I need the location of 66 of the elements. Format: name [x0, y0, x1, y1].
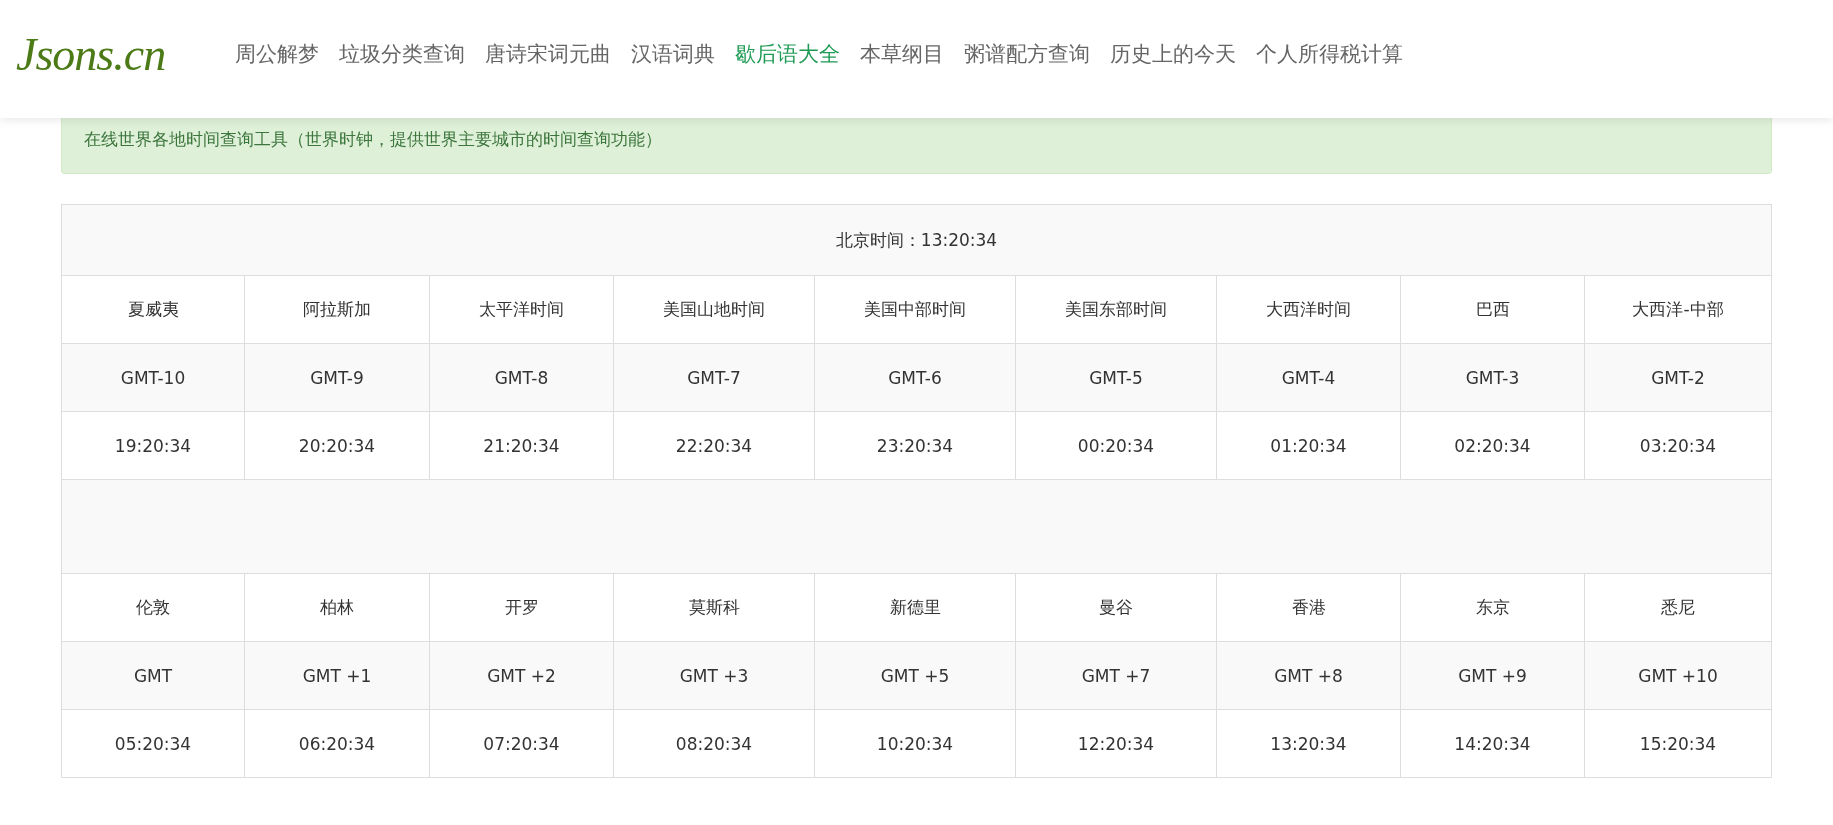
- offset-cell: GMT +2: [430, 642, 614, 709]
- offset-cell: GMT-9: [245, 344, 430, 411]
- nav-link[interactable]: 歇后语大全: [735, 40, 841, 68]
- time-cell: 08:20:34: [614, 710, 815, 777]
- offset-cell: GMT-7: [614, 344, 815, 411]
- city-cell: 美国东部时间: [1016, 276, 1217, 343]
- offset-cell: GMT-5: [1016, 344, 1217, 411]
- offset-cell: GMT-6: [815, 344, 1016, 411]
- time-cell: 02:20:34: [1401, 412, 1585, 479]
- offset-cell: GMT +3: [614, 642, 815, 709]
- city-cell: 阿拉斯加: [245, 276, 430, 343]
- time-cell: 23:20:34: [815, 412, 1016, 479]
- time-cell: 22:20:34: [614, 412, 815, 479]
- offset-cell-text: GMT-2: [1650, 366, 1706, 390]
- time-cell: 20:20:34: [245, 412, 430, 479]
- city-cell: 美国山地时间: [614, 276, 815, 343]
- offset-cell: GMT +9: [1401, 642, 1585, 709]
- offset-cell: GMT-8: [430, 344, 614, 411]
- time-cell: 01:20:34: [1217, 412, 1401, 479]
- time-cell-text: 03:20:34: [1638, 434, 1718, 458]
- time-cell: 12:20:34: [1016, 710, 1217, 777]
- city-cell: 大西洋时间: [1217, 276, 1401, 343]
- time-cell: 21:20:34: [430, 412, 614, 479]
- offset-cell: GMT-10: [62, 344, 245, 411]
- offset-cell: GMT +7: [1016, 642, 1217, 709]
- offset-cell: GMT +8: [1217, 642, 1401, 709]
- city-cell: 曼谷: [1016, 574, 1217, 641]
- time-cell: 06:20:34: [245, 710, 430, 777]
- city-cell: 美国中部时间: [815, 276, 1016, 343]
- info-banner: 在线世界各地时间查询工具（世界时钟，提供世界主要城市的时间查询功能）: [61, 118, 1772, 174]
- time-cell: 19:20:34: [62, 412, 245, 479]
- city-cell: 莫斯科: [614, 574, 815, 641]
- offset-cell: GMT: [62, 642, 245, 709]
- city-cell: 巴西: [1401, 276, 1585, 343]
- city-cell: 柏林: [245, 574, 430, 641]
- nav-link[interactable]: 个人所得税计算: [1256, 40, 1404, 68]
- city-cell: 新德里: [815, 574, 1016, 641]
- offset-cell: GMT-4: [1217, 344, 1401, 411]
- nav-link[interactable]: 垃圾分类查询: [339, 40, 466, 68]
- city-cell: 伦敦: [62, 574, 245, 641]
- offset-cell: GMT-3: [1401, 344, 1585, 411]
- time-cell: 05:20:34: [62, 710, 245, 777]
- site-logo[interactable]: Jsons.cn: [16, 27, 166, 81]
- offset-cell: GMT +5: [815, 642, 1016, 709]
- city-cell: 开罗: [430, 574, 614, 641]
- offset-cell: GMT +1: [245, 642, 430, 709]
- time-cell: 13:20:34: [1217, 710, 1401, 777]
- time-cell-text: 15:20:34: [1638, 732, 1718, 756]
- nav-link[interactable]: 粥谱配方查询: [964, 40, 1091, 68]
- offset-cell-text: GMT +10: [1637, 664, 1719, 688]
- time-cell: 14:20:34: [1401, 710, 1585, 777]
- nav-link[interactable]: 汉语词典: [631, 40, 716, 68]
- city-cell: 东京: [1401, 574, 1585, 641]
- nav-link[interactable]: 历史上的今天: [1110, 40, 1237, 68]
- time-cell: 00:20:34: [1016, 412, 1217, 479]
- city-cell: 太平洋时间: [430, 276, 614, 343]
- table-header-cell: 北京时间：13:20:34: [62, 205, 1771, 276]
- city-cell-text: 悉尼: [1660, 596, 1696, 619]
- time-cell: 07:20:34: [430, 710, 614, 777]
- city-cell: 夏威夷: [62, 276, 245, 343]
- city-cell-text: 大西洋-中部: [1631, 298, 1725, 321]
- nav-link[interactable]: 周公解梦: [235, 40, 320, 68]
- time-cell: 10:20:34: [815, 710, 1016, 777]
- nav-link[interactable]: 本草纲目: [860, 40, 945, 68]
- nav-link[interactable]: 唐诗宋词元曲: [485, 40, 612, 68]
- city-cell: 香港: [1217, 574, 1401, 641]
